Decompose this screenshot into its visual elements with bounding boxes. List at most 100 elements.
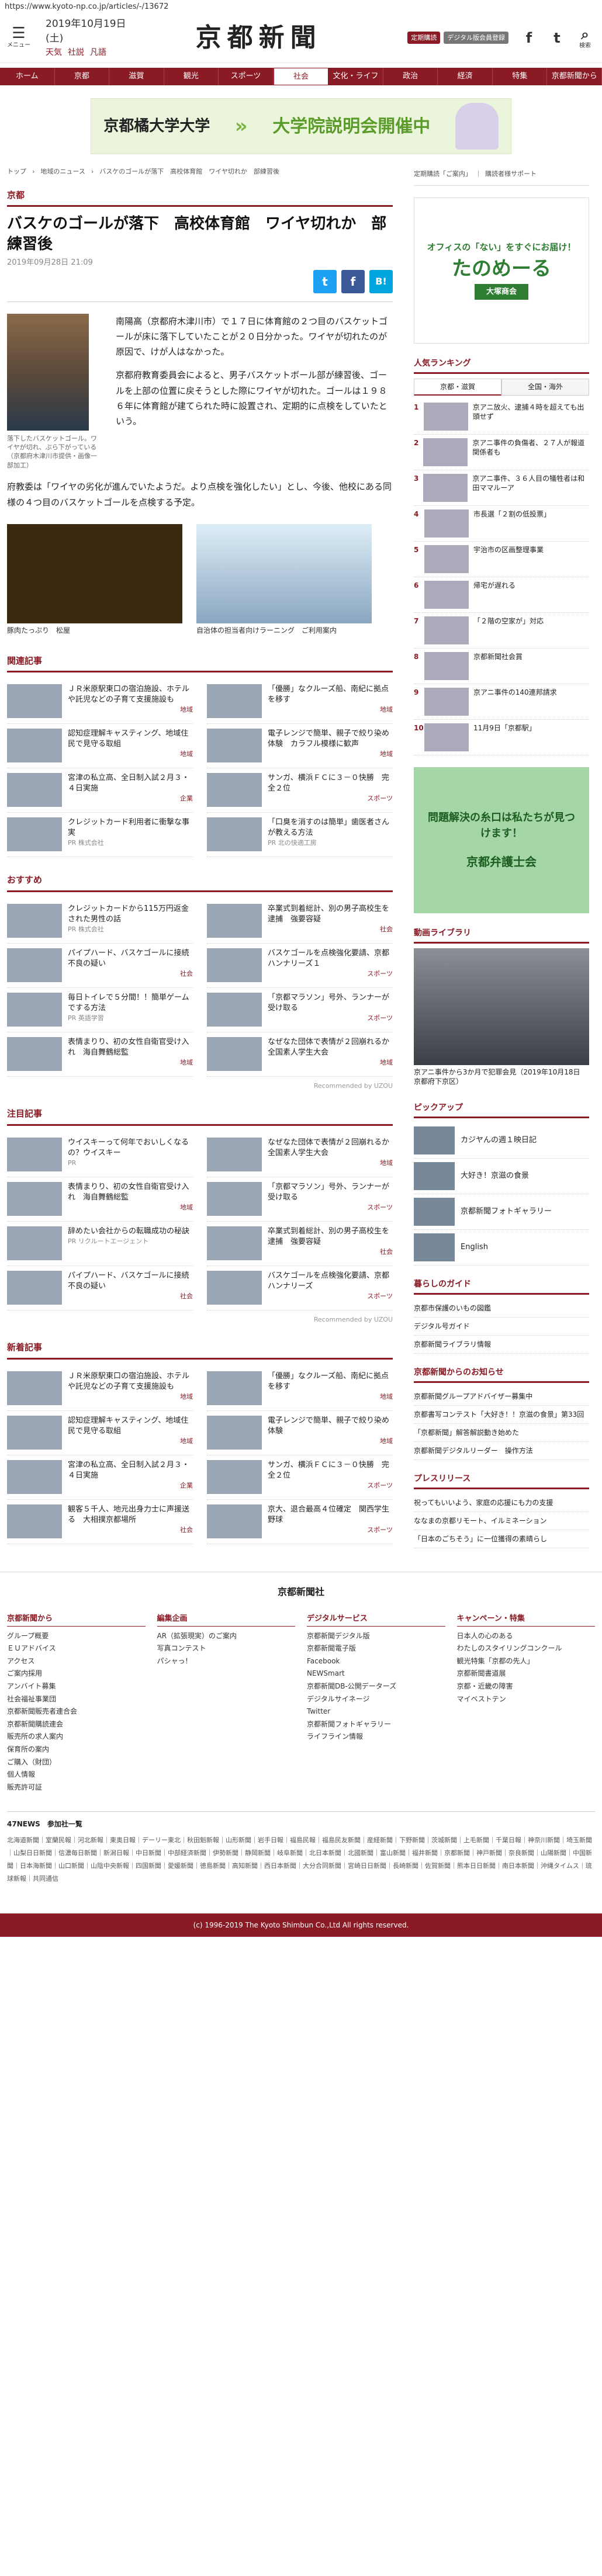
site-logo[interactable]: 京都新聞 [139,19,407,57]
ranking-item[interactable]: 10 11月9日「京都駅」 [414,720,589,755]
nav-tourism[interactable]: 観光 [164,68,219,85]
link-item[interactable]: ななまの京都リモート、イルミネーション [414,1512,589,1531]
list-item[interactable]: 「優勝」なクルーズ船、南紀に拠点を移す 地域 [207,679,393,724]
link-item[interactable]: デジタル号ガイド [414,1318,589,1336]
list-item[interactable]: 卒業式到着総計、別の男子高校生を逮捕 強要容疑 社会 [207,1222,393,1266]
list-item[interactable]: 「口臭を消すのは簡単」歯医者さんが教える方法 PR 北の快適工房 [207,813,393,858]
pickup-item[interactable]: English [414,1230,589,1266]
link-item[interactable]: 「京都新聞」解答解説動き始めた [414,1424,589,1443]
subscribe-button[interactable]: 定期購読 [407,31,441,44]
list-item[interactable]: 認知症理解キャスティング、地域住民で見守る取組 地域 [7,724,193,769]
pickup-item[interactable]: 京都新聞フォトギャラリー [414,1194,589,1230]
footer-link[interactable]: 販売所の求人案内 [7,1731,146,1743]
nav-shiga[interactable]: 滋賀 [109,68,164,85]
list-item[interactable]: 宮津の私立高、全日制入試２月３・４日実施 企業 [7,768,193,813]
nav-home[interactable]: ホーム [0,68,55,85]
footer-link[interactable]: グループ概要 [7,1630,146,1643]
footer-link[interactable]: 京都新聞DB-公開データーズ [307,1680,445,1693]
footer-link[interactable]: 京都新聞書道展 [457,1667,596,1680]
list-item[interactable]: 観客５千人、地元出身力士に声援送る 大相撲京都場所 社会 [7,1500,193,1544]
nav-politics[interactable]: 政治 [383,68,438,85]
ranking-item[interactable]: 5 宇治市の区画整理事業 [414,542,589,577]
link-item[interactable]: 京都新聞ライブラリ情報 [414,1336,589,1354]
footer-link[interactable]: 日本人の心のある [457,1630,596,1643]
menu-button[interactable]: ☰ メニュー [7,26,30,50]
list-item[interactable]: ＪＲ米原駅東口の宿泊施設、ホテルや託児などの子育て支援施設も 地域 [7,679,193,724]
list-item[interactable]: なぜなた団体で表情が２回崩れるか 全国素人学生大会 地域 [207,1032,397,1077]
footer-link[interactable]: 京都新聞購読連会 [7,1718,146,1731]
list-item[interactable]: ウイスキーって何年でおいしくなるの？ウイスキー PR [7,1133,193,1177]
nav-culture[interactable]: 文化・ライフ [328,68,383,85]
list-item[interactable]: 認知症理解キャスティング、地域住民で見守る取組 地域 [7,1411,193,1455]
ranking-item[interactable]: 9 京アニ事件の140連邦請求 [414,684,589,720]
footer-link[interactable]: ご案内採用 [7,1667,146,1680]
list-item[interactable]: 「京都マラソン」号外、ランナーが受け取る スポーツ [207,1177,393,1222]
list-item[interactable]: バスケゴールを点検強化要請、京都ハンナリーズ１ スポーツ [207,944,393,988]
link-item[interactable]: 京都新聞デジタルリーダー 操作方法 [414,1442,589,1461]
twitter-share-button[interactable]: t [313,269,337,293]
editorial-link[interactable]: 社説 [68,47,84,59]
digital-register-button[interactable]: デジタル版会員登録 [444,31,508,44]
footer-link[interactable]: Facebook [307,1655,445,1668]
column-link[interactable]: 凡語 [90,47,106,59]
footer-link[interactable]: AR（拡張現実）のご案内 [157,1630,296,1643]
link-item[interactable]: 京都新聞グループアドバイザー募集中 [414,1388,589,1406]
list-item[interactable]: 宮津の私立高、全日制入試２月３・４日実施 企業 [7,1455,193,1500]
search-button[interactable]: ⌕ 検索 [575,26,595,50]
list-item[interactable]: ＪＲ米原駅東口の宿泊施設、ホテルや託児などの子育て支援施設も 地域 [7,1367,193,1411]
ad-matsuya[interactable]: 豚肉たっぷり 松屋 [7,523,182,638]
list-item[interactable]: パイプハード、バスケゴールに接続不良の疑い 社会 [7,1266,193,1310]
ranking-item[interactable]: 8 京都新聞社会賞 [414,649,589,684]
footer-link[interactable]: 保育所の案内 [7,1743,146,1756]
footer-link[interactable]: 京都新聞電子版 [307,1642,445,1655]
facebook-button[interactable]: f [519,30,539,46]
nav-society[interactable]: 社会 [273,68,329,85]
footer-link[interactable]: ライフライン情報 [307,1731,445,1743]
pickup-item[interactable]: カジヤんの週１映日記 [414,1123,589,1159]
footer-logo[interactable]: 京都新聞社 [7,1585,595,1599]
tanomail-banner[interactable]: オフィスの「ない」をすぐにお届け！ たのめーる 大塚商会 [414,197,589,344]
list-item[interactable]: 京大、退合最高４位確定 関西学生野球 スポーツ [207,1500,393,1544]
link-item[interactable]: 京都市保護のいもの図鑑 [414,1299,589,1318]
list-item[interactable]: クレジットカード利用者に衝撃な事実 PR 株式会社 [7,813,193,858]
footer-link[interactable]: アクセス [7,1655,146,1668]
subscription-guide-link[interactable]: 定期購読「ご案内」 [414,169,472,179]
ranking-item[interactable]: 4 市長選「２割の低投票」 [414,506,589,542]
list-item[interactable]: サンガ、横浜ＦＣに３－０快勝 完全２位 スポーツ [207,768,393,813]
footer-link[interactable]: 社会福祉事業団 [7,1693,146,1706]
video-thumbnail[interactable] [414,948,589,1065]
footer-link[interactable]: NEWSmart [307,1667,445,1680]
footer-link[interactable]: 写真コンテスト [157,1642,296,1655]
footer-link[interactable]: Twitter [307,1705,445,1718]
ad-survey[interactable]: 自治体の担当者向けラーニング ご利用案内 [196,523,372,638]
tab-kyoto-shiga[interactable]: 京都・滋賀 [414,378,501,396]
list-item[interactable]: バスケゴールを点検強化要請、京都ハンナリーズ スポーツ [207,1266,393,1310]
tab-national[interactable]: 全国・海外 [501,378,589,396]
list-item[interactable]: クレジットカードから115万円返金された男性の話 PR 株式会社 [7,899,193,944]
crumb-top[interactable]: トップ [7,167,26,177]
list-item[interactable]: サンガ、横浜ＦＣに３－０快勝 完全２位 スポーツ [207,1455,393,1500]
footer-link[interactable]: 京都新聞フォトギャラリー [307,1718,445,1731]
list-item[interactable]: 電子レンジで簡単、親子で絞り染め体験 地域 [207,1411,393,1455]
article-photo[interactable]: 落下したバスケットゴール。ワイヤが切れ、ぶら下がっている（京都府木津川市提供・画… [7,313,101,470]
list-item[interactable]: なぜなた団体で表情が２回崩れるか 全国素人学生大会 地域 [207,1133,397,1177]
link-item[interactable]: 「日本のごちそう」に一位獲得の素晴らし [414,1530,589,1549]
nav-from-kyoto[interactable]: 京都新聞から [547,68,602,85]
footer-link[interactable]: 京都新聞デジタル版 [307,1630,445,1643]
crumb-local[interactable]: 地域のニュース [40,167,85,177]
nav-sports[interactable]: スポーツ [219,68,274,85]
footer-link[interactable]: アンバイト募集 [7,1680,146,1693]
ranking-item[interactable]: 2 京アニ事件の負傷者、２７人が報道関係者も [414,435,589,470]
facebook-share-button[interactable]: f [341,269,365,293]
list-item[interactable]: 「京都マラソン」号外、ランナーが受け取る スポーツ [207,988,393,1032]
ranking-item[interactable]: 1 京アニ放火、逮捕４時を超えても出頭せず [414,399,589,435]
lawyer-banner[interactable]: 問題解決の糸口は私たちが見つけます！ 京都弁護士会 [414,767,589,913]
nav-economy[interactable]: 経済 [438,68,493,85]
twitter-button[interactable]: t [547,30,567,46]
footer-link[interactable]: マイベストテン [457,1693,596,1706]
footer-link[interactable]: ご購入（財団） [7,1756,146,1769]
footer-link[interactable]: わたしのスタイリングコンクール [457,1642,596,1655]
ranking-item[interactable]: 3 京アニ事件、３６人目の犠牲者は和田ママルーア [414,470,589,506]
nav-features[interactable]: 特集 [493,68,548,85]
footer-link[interactable]: 京都・近畿の障害 [457,1680,596,1693]
